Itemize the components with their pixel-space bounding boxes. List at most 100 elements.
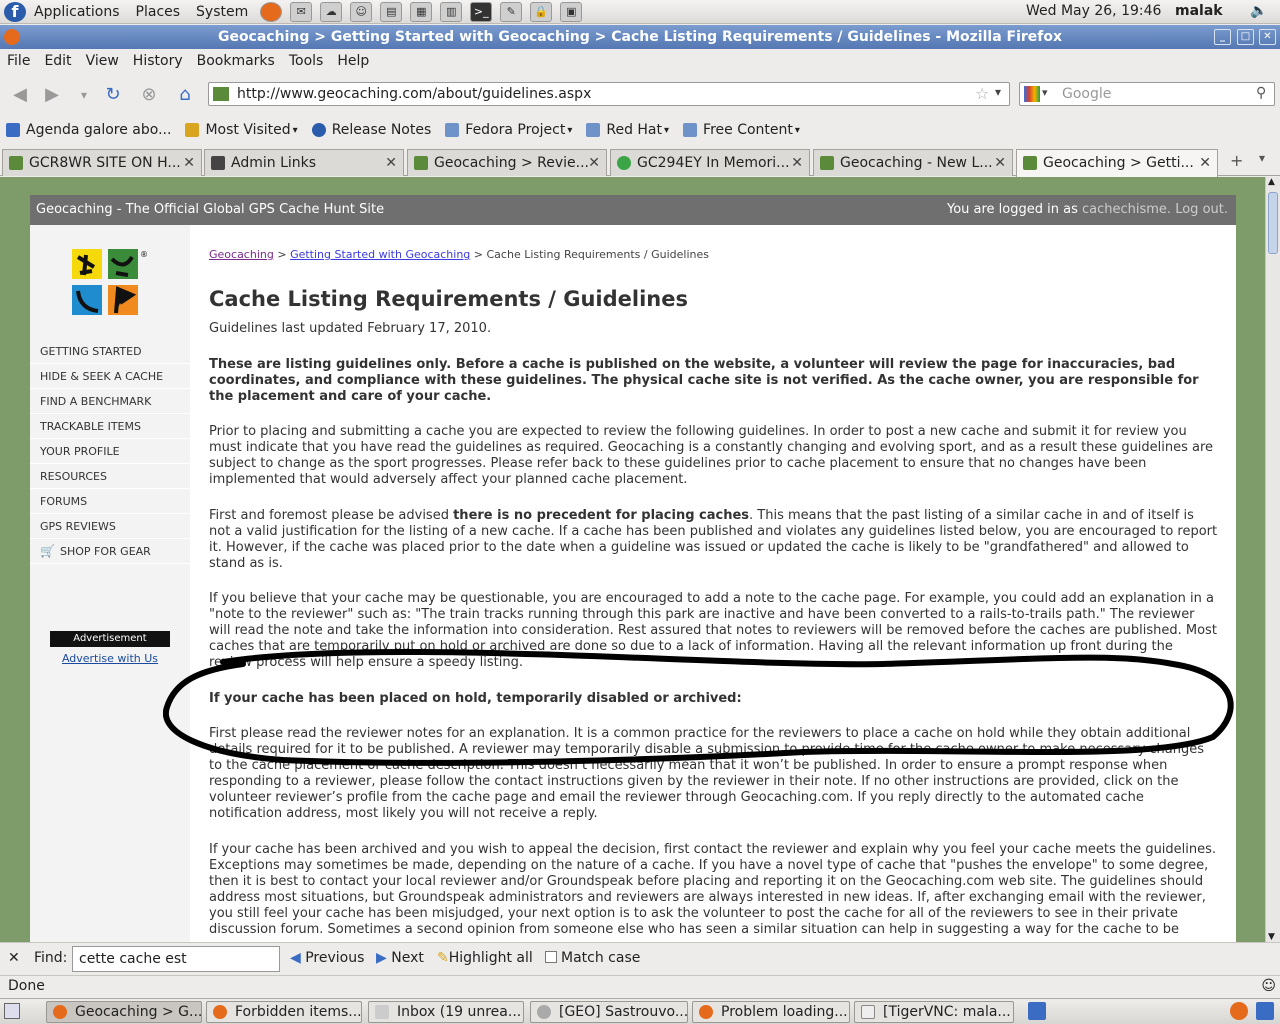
tab-geocaching-review[interactable]: Geocaching > Revie... ✕ [407,149,607,176]
close-tab-icon[interactable]: ✕ [1199,150,1211,176]
username-link[interactable]: cachechisme. [1082,202,1171,217]
menu-tools[interactable]: Tools [282,53,331,69]
bookmark-agenda[interactable]: Agenda galore abo... [6,122,171,138]
close-tab-icon[interactable]: ✕ [588,150,600,176]
chat-launcher-icon[interactable]: ☺ [350,1,373,22]
engine-dropdown-icon[interactable]: ▾ [1042,86,1048,99]
url-dropdown-icon[interactable]: ▾ [995,85,1001,99]
checkbox-box[interactable] [545,951,557,963]
bookmark-release-notes[interactable]: Release Notes [311,122,431,138]
applications-menu[interactable]: Applications [26,0,128,24]
geocaching-logo[interactable]: ® [72,249,152,319]
bookmark-free-content[interactable]: Free Content ▾ [683,122,800,138]
sidebar-item-profile[interactable]: Your Profile [30,439,190,464]
taskbar-firefox-geocaching[interactable]: Geocaching > G... [46,1001,202,1023]
taskbar-geo-sastrouvo[interactable]: [GEO] Sastrouvo... [530,1001,688,1023]
system-menu[interactable]: System [188,0,256,24]
highlight-all-button[interactable]: ✎Highlight all [437,950,533,966]
history-dropdown-icon[interactable]: ▾ [72,84,96,106]
minimize-button[interactable]: _ [1214,29,1231,45]
workspace-switcher-icon[interactable] [1028,1002,1046,1020]
search-placeholder[interactable]: Google [1062,86,1111,102]
close-tab-icon[interactable]: ✕ [994,150,1006,176]
scroll-up-icon[interactable]: ▲ [1268,177,1275,187]
forward-arrow-icon[interactable]: ▶ [40,84,64,106]
stop-icon[interactable]: ⊗ [137,84,161,106]
bookmark-fedora-project[interactable]: Fedora Project ▾ [445,122,572,138]
search-icon[interactable]: ⚲ [1256,85,1266,101]
menu-history[interactable]: History [126,53,190,69]
tab-list-icon[interactable]: ▾ [1259,151,1265,165]
menu-edit[interactable]: Edit [37,53,78,69]
places-menu[interactable]: Places [128,0,189,24]
sidebar-item-resources[interactable]: Resources [30,464,190,489]
tab-geocaching-new[interactable]: Geocaching - New L... ✕ [813,149,1013,176]
sidebar-item-gps-reviews[interactable]: GPS Reviews [30,514,190,539]
terminal-launcher-icon[interactable]: >_ [470,1,493,22]
find-input[interactable]: cette cache est [72,946,280,972]
screenshot-launcher-icon[interactable]: ▣ [560,1,583,22]
advertise-link[interactable]: Advertise with Us [50,652,170,665]
document-launcher-icon[interactable]: ▤ [380,1,403,22]
lock-launcher-icon[interactable]: 🔒 [530,1,553,22]
storage-launcher-icon[interactable]: ▥ [440,1,463,22]
close-find-icon[interactable]: ✕ [8,950,20,966]
new-tab-icon[interactable]: + [1230,151,1243,170]
tab-gcr8wr[interactable]: GCR8WR SITE ON H... ✕ [2,149,202,176]
sidebar-item-forums[interactable]: Forums [30,489,190,514]
clock[interactable]: Wed May 26, 19:46 [1026,3,1161,19]
back-arrow-icon[interactable]: ◀ [8,84,32,106]
bookmark-most-visited[interactable]: Most Visited ▾ [185,122,298,138]
url-bar[interactable]: http://www.geocaching.com/about/guidelin… [208,82,1010,106]
close-tab-icon[interactable]: ✕ [791,150,803,176]
taskbar-problem-loading[interactable]: Problem loading... [692,1001,850,1023]
menu-bookmarks[interactable]: Bookmarks [190,53,282,69]
scroll-down-icon[interactable]: ▼ [1268,932,1275,942]
sidebar-item-shop[interactable]: 🛒 Shop for Gear [30,539,190,564]
network-launcher-icon[interactable]: ☁ [320,1,343,22]
reload-icon[interactable]: ↻ [101,84,125,106]
close-tab-icon[interactable]: ✕ [385,150,397,176]
user-name[interactable]: malak [1175,3,1223,19]
url-text[interactable]: http://www.geocaching.com/about/guidelin… [237,86,591,102]
tab-geocaching-getting-started[interactable]: Geocaching > Getti... ✕ [1016,149,1218,177]
find-previous-button[interactable]: ◀ Previous [290,950,364,966]
logout-link[interactable]: Log out. [1175,202,1228,217]
tab-admin-links[interactable]: Admin Links ✕ [204,149,404,176]
sidebar-item-hide-seek[interactable]: Hide & Seek a Cache [30,364,190,389]
taskbar-inbox[interactable]: Inbox (19 unrea... [368,1001,524,1023]
firefox-window-icon[interactable] [4,29,20,45]
firefox-launcher-icon[interactable] [260,1,283,22]
show-desktop-icon[interactable] [4,1003,20,1019]
scrollbar-thumb[interactable] [1268,192,1278,254]
calendar-launcher-icon[interactable]: ▦ [410,1,433,22]
sidebar-item-trackable[interactable]: Trackable Items [30,414,190,439]
addon-status-icon[interactable]: ☺ [1261,976,1276,996]
home-icon[interactable]: ⌂ [173,84,197,106]
menu-file[interactable]: File [0,53,37,69]
maximize-button[interactable]: □ [1237,29,1254,45]
breadcrumb-parent-link[interactable]: Getting Started with Geocaching [290,248,470,261]
bookmark-star-icon[interactable]: ☆ [975,84,989,103]
taskbar-tigervnc[interactable]: [TigerVNC: mala... [854,1001,1014,1023]
tray-network-icon[interactable] [1256,1002,1274,1020]
close-tab-icon[interactable]: ✕ [183,150,195,176]
find-next-button[interactable]: ▶ Next [376,950,424,966]
sidebar-item-getting-started[interactable]: Getting Started [30,339,190,364]
breadcrumb-home-link[interactable]: Geocaching [209,248,274,261]
window-titlebar[interactable]: Geocaching > Getting Started with Geocac… [0,25,1280,49]
mail-launcher-icon[interactable]: ✉ [290,1,313,22]
tray-firefox-icon[interactable] [1230,1002,1248,1020]
vertical-scrollbar[interactable]: ▲ ▼ [1265,177,1280,942]
notes-launcher-icon[interactable]: ✎ [500,1,523,22]
menu-help[interactable]: Help [330,53,376,69]
google-engine-icon[interactable] [1024,86,1040,102]
volume-icon[interactable]: 🔈 [1250,3,1267,19]
close-window-button[interactable]: ✕ [1259,29,1276,45]
match-case-checkbox[interactable]: Match case [545,950,640,966]
sidebar-item-benchmark[interactable]: Find a Benchmark [30,389,190,414]
search-bar[interactable]: ▾ Google ⚲ [1019,82,1275,106]
bookmark-red-hat[interactable]: Red Hat ▾ [586,122,669,138]
tab-gc294ey[interactable]: GC294EY In Memori... ✕ [610,149,810,176]
fedora-logo-icon[interactable]: f [4,1,26,22]
